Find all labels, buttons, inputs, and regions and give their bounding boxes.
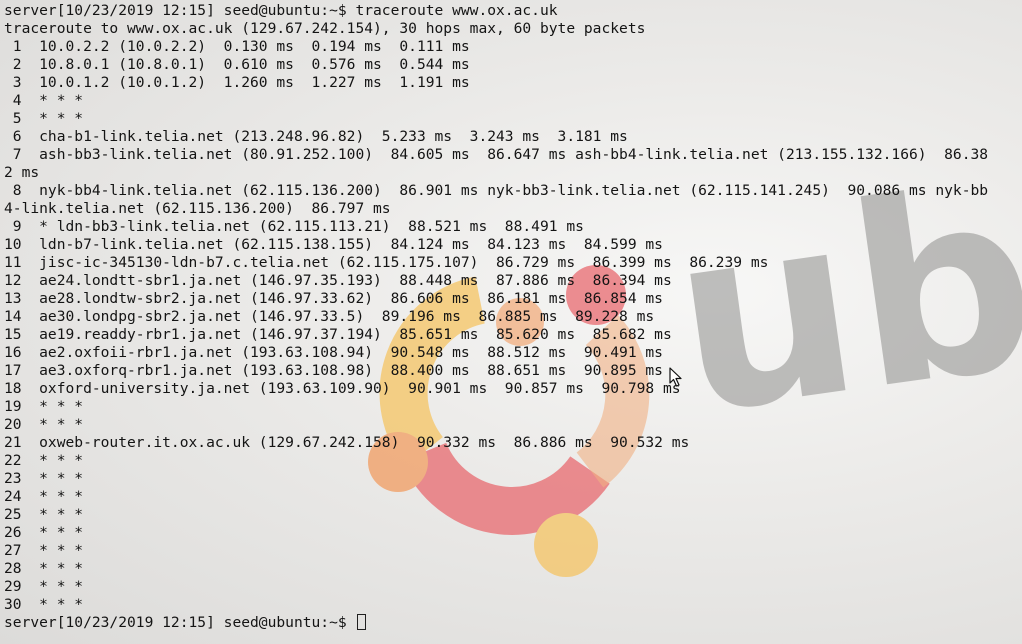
terminal-line: 4 * * * [4, 92, 84, 109]
terminal-line: 23 * * * [4, 470, 84, 487]
terminal-line: 27 * * * [4, 542, 84, 559]
terminal-line: 25 * * * [4, 506, 84, 523]
arrow-pointer-icon [669, 367, 682, 387]
terminal-line: 18 oxford-university.ja.net (193.63.109.… [4, 380, 681, 397]
terminal-line: 16 ae2.oxfoii-rbr1.ja.net (193.63.108.94… [4, 344, 663, 361]
terminal-line: 28 * * * [4, 560, 84, 577]
terminal-line: server[10/23/2019 12:15] seed@ubuntu:~$ … [4, 2, 558, 19]
terminal-line: 11 jisc-ic-345130-ldn-b7.c.telia.net (62… [4, 254, 769, 271]
terminal-line: 5 * * * [4, 110, 84, 127]
terminal-line: 17 ae3.oxforq-rbr1.ja.net (193.63.108.98… [4, 362, 663, 379]
terminal-line: 14 ae30.londpg-sbr2.ja.net (146.97.33.5)… [4, 308, 655, 325]
terminal-line: 2 ms [4, 164, 40, 181]
terminal-line: 8 nyk-bb4-link.telia.net (62.115.136.200… [4, 182, 989, 199]
terminal-line: 3 10.0.1.2 (10.0.1.2) 1.260 ms 1.227 ms … [4, 74, 470, 91]
terminal-line: 1 10.0.2.2 (10.0.2.2) 0.130 ms 0.194 ms … [4, 38, 470, 55]
terminal-line: 22 * * * [4, 452, 84, 469]
terminal-line: 4-link.telia.net (62.115.136.200) 86.797… [4, 200, 391, 217]
terminal-line: 24 * * * [4, 488, 84, 505]
terminal-line: 30 * * * [4, 596, 84, 613]
terminal-line: 21 oxweb-router.it.ox.ac.uk (129.67.242.… [4, 434, 690, 451]
terminal-line: 20 * * * [4, 416, 84, 433]
terminal-output[interactable]: server[10/23/2019 12:15] seed@ubuntu:~$ … [4, 2, 1018, 642]
terminal-line: 13 ae28.londtw-sbr2.ja.net (146.97.33.62… [4, 290, 663, 307]
terminal-line: 6 cha-b1-link.telia.net (213.248.96.82) … [4, 128, 628, 145]
terminal-line: 7 ash-bb3-link.telia.net (80.91.252.100)… [4, 146, 989, 163]
terminal-line: 2 10.8.0.1 (10.8.0.1) 0.610 ms 0.576 ms … [4, 56, 470, 73]
terminal-line: 12 ae24.londtt-sbr1.ja.net (146.97.35.19… [4, 272, 672, 289]
prompt-line[interactable]: server[10/23/2019 12:15] seed@ubuntu:~$ [4, 614, 1018, 632]
terminal-line: traceroute to www.ox.ac.uk (129.67.242.1… [4, 20, 646, 37]
shell-prompt: server[10/23/2019 12:15] seed@ubuntu:~$ [4, 614, 356, 631]
terminal-line: 29 * * * [4, 578, 84, 595]
terminal-line: 19 * * * [4, 398, 84, 415]
terminal-line: 10 ldn-b7-link.telia.net (62.115.138.155… [4, 236, 663, 253]
terminal-line: 15 ae19.readdy-rbr1.ja.net (146.97.37.19… [4, 326, 672, 343]
terminal-line: 9 * ldn-bb3-link.telia.net (62.115.113.2… [4, 218, 584, 235]
terminal-line: 26 * * * [4, 524, 84, 541]
text-cursor [357, 614, 367, 630]
